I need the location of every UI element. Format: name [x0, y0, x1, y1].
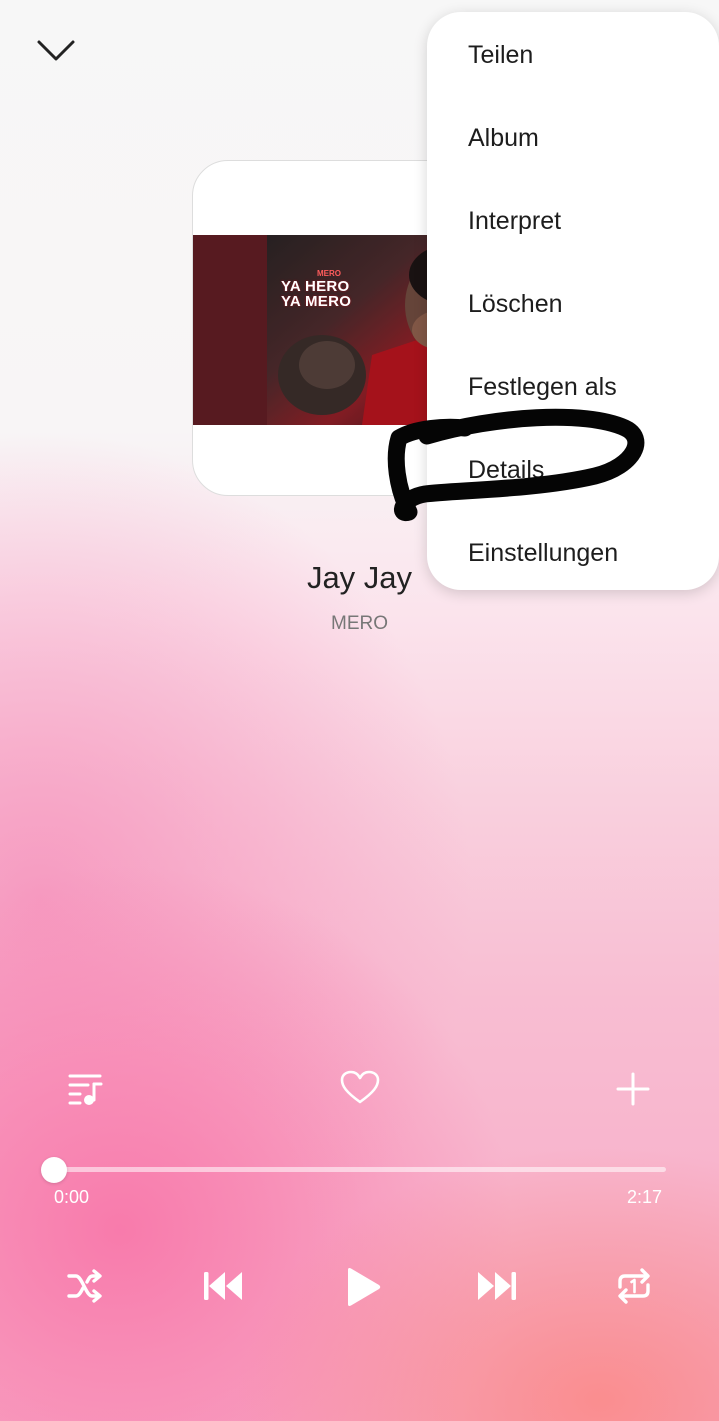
menu-item-artist[interactable]: Interpret — [468, 207, 561, 236]
queue-music-icon — [68, 1074, 103, 1105]
skip-previous-icon — [204, 1272, 242, 1300]
heart-outline-icon — [340, 1070, 380, 1104]
total-duration: 2:17 — [627, 1187, 663, 1207]
repeat-button[interactable] — [615, 1267, 653, 1305]
previous-button[interactable] — [203, 1270, 243, 1302]
next-button[interactable] — [477, 1270, 517, 1302]
menu-item-delete[interactable]: Löschen — [468, 290, 563, 319]
plus-icon — [616, 1072, 650, 1106]
repeat-one-icon — [618, 1268, 650, 1304]
play-icon — [348, 1268, 381, 1306]
song-artist: MERO — [331, 613, 388, 634]
menu-item-settings[interactable]: Einstellungen — [468, 539, 618, 568]
album-art-artist: MERO — [317, 269, 341, 278]
album-art-strip — [193, 235, 267, 425]
collapse-button[interactable] — [28, 28, 84, 72]
overflow-menu: Teilen Album Interpret Löschen Festlegen… — [427, 12, 719, 590]
menu-item-album[interactable]: Album — [468, 124, 539, 153]
elapsed-time: 0:00 — [54, 1187, 90, 1207]
progress-bar[interactable] — [54, 1167, 666, 1172]
menu-item-share[interactable]: Teilen — [468, 41, 533, 70]
album-art-title: YA HERO YA MERO — [281, 278, 352, 310]
shuffle-button[interactable] — [66, 1268, 104, 1304]
shuffle-icon — [67, 1269, 102, 1303]
play-button[interactable] — [344, 1266, 382, 1308]
chevron-down-icon — [37, 40, 75, 61]
menu-item-set-as[interactable]: Festlegen als — [468, 373, 617, 402]
progress-thumb[interactable] — [41, 1157, 67, 1183]
skip-next-icon — [478, 1272, 516, 1300]
favorite-button[interactable] — [340, 1070, 380, 1106]
menu-item-details[interactable]: Details — [468, 456, 544, 485]
playlist-button[interactable] — [66, 1070, 106, 1108]
add-to-playlist-button[interactable] — [615, 1071, 651, 1107]
